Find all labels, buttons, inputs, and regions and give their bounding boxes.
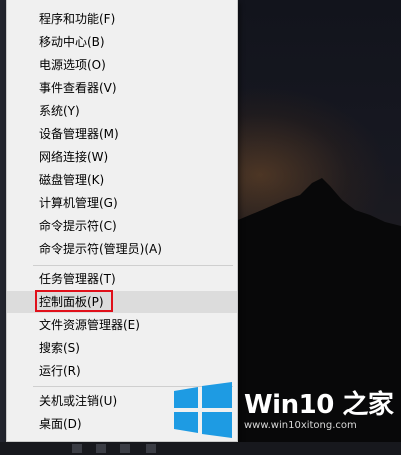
taskbar-app-icon[interactable] [146, 444, 156, 453]
win10-watermark: Win10 之家 www.win10xitong.com [168, 378, 396, 440]
menu-item-network-connections[interactable]: 网络连接(W) [7, 146, 237, 168]
menu-separator [33, 265, 233, 266]
watermark-brand: Win10 之家 [244, 390, 394, 420]
winx-context-menu: 程序和功能(F) 移动中心(B) 电源选项(O) 事件查看器(V) 系统(Y) … [6, 0, 238, 442]
menu-item-computer-management[interactable]: 计算机管理(G) [7, 192, 237, 214]
menu-item-command-prompt[interactable]: 命令提示符(C) [7, 215, 237, 237]
highlight-annotation-box [35, 290, 113, 312]
taskbar-app-icon[interactable] [120, 444, 130, 453]
menu-item-mobility-center[interactable]: 移动中心(B) [7, 31, 237, 53]
watermark-url: www.win10xitong.com [244, 420, 357, 431]
menu-item-file-explorer[interactable]: 文件资源管理器(E) [7, 314, 237, 336]
menu-item-disk-management[interactable]: 磁盘管理(K) [7, 169, 237, 191]
taskbar-app-icon[interactable] [72, 444, 82, 453]
menu-item-device-manager[interactable]: 设备管理器(M) [7, 123, 237, 145]
menu-item-event-viewer[interactable]: 事件查看器(V) [7, 77, 237, 99]
menu-item-command-prompt-admin[interactable]: 命令提示符(管理员)(A) [7, 238, 237, 260]
menu-item-programs-features[interactable]: 程序和功能(F) [7, 8, 237, 30]
menu-item-search[interactable]: 搜索(S) [7, 337, 237, 359]
menu-item-power-options[interactable]: 电源选项(O) [7, 54, 237, 76]
taskbar [0, 442, 401, 455]
menu-item-task-manager[interactable]: 任务管理器(T) [7, 268, 237, 290]
menu-item-system[interactable]: 系统(Y) [7, 100, 237, 122]
windows-logo-icon [174, 382, 232, 438]
taskbar-app-icon[interactable] [96, 444, 106, 453]
